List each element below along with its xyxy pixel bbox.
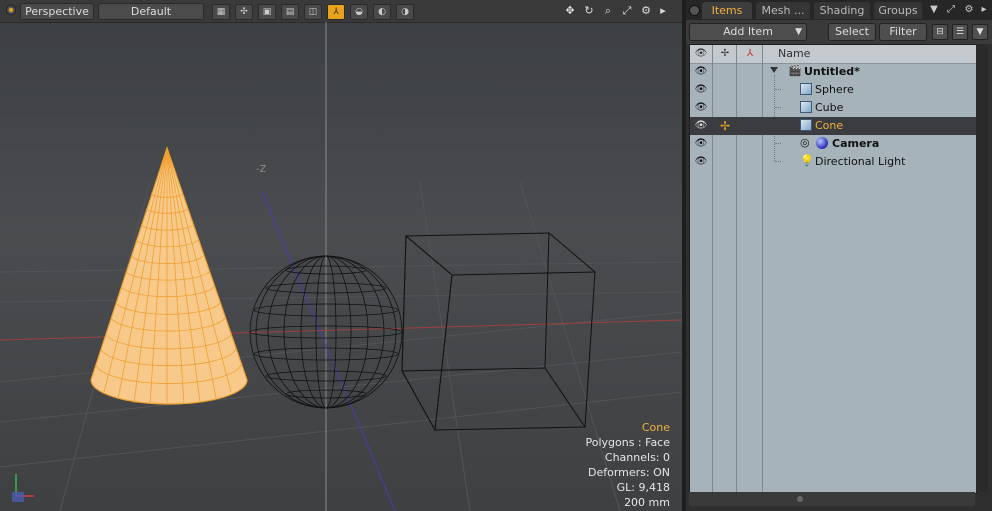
mesh-icon (800, 83, 812, 95)
mesh-icon (800, 119, 812, 131)
lock-column-icon[interactable]: ✢ (715, 47, 735, 61)
tab-dropdown-icon[interactable]: ▼ (928, 3, 940, 17)
tab-groups[interactable]: Groups (874, 2, 922, 19)
expand-icon[interactable]: ⤢ (945, 3, 957, 17)
scroll-icon[interactable]: ◐ (373, 4, 391, 20)
pot-icon[interactable]: ◒ (350, 4, 368, 20)
info-selection: Cone (641, 421, 670, 434)
tree-bottom-bar (689, 492, 975, 506)
item-label: Cube (815, 101, 844, 114)
info-polygons: Polygons : Face (585, 436, 670, 449)
clapboard-icon: 🎬 (788, 64, 802, 77)
tree-header: 👁 ✢ ⅄ Name (690, 45, 976, 64)
z-axis-label: -Z (256, 164, 267, 175)
eye-icon[interactable]: 👁 (694, 83, 708, 97)
panel-actionbar: Add Item ▼ Select Filter ⊟ ☰ ▼ (686, 20, 992, 44)
gear-icon[interactable]: ⚙ (963, 3, 975, 17)
eye-icon[interactable]: 👁 (694, 155, 708, 169)
render-column-icon[interactable]: ⅄ (740, 47, 760, 61)
lathe-icon[interactable]: ◑ (396, 4, 414, 20)
light-icon: 💡 (800, 154, 814, 167)
square-icon[interactable]: ▣ (258, 4, 276, 20)
tab-shading[interactable]: Shading (814, 2, 870, 19)
info-scale: 200 mm (624, 496, 670, 509)
tab-items[interactable]: Items (702, 2, 752, 19)
item-label: Untitled* (804, 65, 860, 78)
item-label: Cone (815, 119, 844, 132)
collapse-icon[interactable]: ⊟ (932, 24, 948, 40)
filter-button[interactable]: Filter (879, 23, 927, 41)
axis-gizmo-icon (12, 474, 34, 502)
z-axis-line (261, 191, 396, 511)
tree-row-cone[interactable]: 👁 ✢ Cone (690, 117, 976, 135)
gear-icon[interactable]: ⚙ (638, 3, 654, 19)
tree-row-camera[interactable]: 👁 ◎ Camera (690, 135, 976, 153)
scene-canvas[interactable]: -Z (0, 22, 682, 511)
eye-icon[interactable]: 👁 (694, 137, 708, 151)
eye-icon[interactable]: 👁 (694, 101, 708, 115)
panel-menu-icon[interactable] (689, 5, 700, 16)
vertex-icon[interactable]: ⅄ (327, 4, 345, 20)
select-button[interactable]: Select (828, 23, 876, 41)
expand-triangle-icon[interactable] (770, 67, 778, 73)
panel-tabbar: Items Mesh ... Shading Groups ▼ ⤢ ⚙ ▸ (686, 0, 992, 20)
tab-mesh[interactable]: Mesh ... (756, 2, 810, 19)
zoom-icon[interactable]: ⌕ (600, 3, 616, 19)
tree-row-untitled[interactable]: 👁 🎬 Untitled* (690, 63, 976, 81)
add-item-label: Add Item (723, 25, 773, 38)
item-label: Directional Light (815, 155, 906, 168)
tree-scrollbar[interactable] (976, 44, 988, 492)
viewport-info: Cone Polygons : Face Channels: 0 Deforme… (585, 420, 670, 510)
tree-row-sphere[interactable]: 👁 Sphere (690, 81, 976, 99)
play-icon[interactable]: ▸ (655, 3, 671, 19)
tree-row-cube[interactable]: 👁 Cube (690, 99, 976, 117)
viewport-menu-icon[interactable] (6, 5, 16, 15)
rotate-icon[interactable]: ↻ (581, 3, 597, 19)
3d-viewport[interactable]: Perspective Default ▦ ✣ ▣ ▤ ◫ ⅄ ◒ ◐ ◑ ✥ … (0, 0, 682, 511)
viewport-toolbar: Perspective Default ▦ ✣ ▣ ▤ ◫ ⅄ ◒ ◐ ◑ ✥ … (0, 0, 682, 23)
visibility-column-icon[interactable]: 👁 (691, 47, 711, 61)
stack-icon[interactable]: ▤ (281, 4, 299, 20)
checker-icon[interactable]: ▦ (212, 4, 230, 20)
cube-mesh[interactable] (401, 232, 597, 432)
info-deformers: Deformers: ON (588, 466, 670, 479)
panel-icon[interactable]: ◫ (304, 4, 322, 20)
cone-mesh[interactable] (90, 146, 248, 405)
list-icon[interactable]: ☰ (952, 24, 968, 40)
camera-ball-icon (816, 137, 828, 149)
shading-mode-dropdown[interactable]: Default (98, 3, 204, 20)
add-item-button[interactable]: Add Item ▼ (689, 23, 807, 41)
play-icon[interactable]: ▸ (978, 3, 990, 17)
move-icon[interactable]: ✥ (562, 3, 578, 19)
maximize-icon[interactable]: ⤢ (619, 3, 635, 19)
mesh-icon (800, 101, 812, 113)
x-axis-line (0, 319, 682, 341)
name-column-header[interactable]: Name (778, 47, 810, 60)
eye-icon[interactable]: 👁 (694, 119, 708, 133)
eye-icon[interactable]: 👁 (694, 65, 708, 79)
resize-grip-icon[interactable] (797, 496, 803, 502)
item-label: Sphere (815, 83, 854, 96)
selection-lock-icon[interactable]: ✢ (718, 119, 732, 133)
item-tree[interactable]: 👁 ✢ ⅄ Name 👁 🎬 Untitled* 👁 Sphere 👁 Cube… (689, 44, 977, 494)
item-label: Camera (832, 137, 880, 150)
items-panel: Items Mesh ... Shading Groups ▼ ⤢ ⚙ ▸ Ad… (686, 0, 992, 511)
tree-row-directional-light[interactable]: 👁 💡 Directional Light (690, 153, 976, 171)
funnel-icon[interactable]: ▼ (972, 24, 988, 40)
view-mode-dropdown[interactable]: Perspective (20, 3, 94, 20)
camera-icon: ◎ (800, 136, 810, 149)
info-gl: GL: 9,418 (616, 481, 670, 494)
pattern-icon[interactable]: ✣ (235, 4, 253, 20)
info-channels: Channels: 0 (604, 451, 670, 464)
chevron-down-icon: ▼ (795, 27, 802, 37)
